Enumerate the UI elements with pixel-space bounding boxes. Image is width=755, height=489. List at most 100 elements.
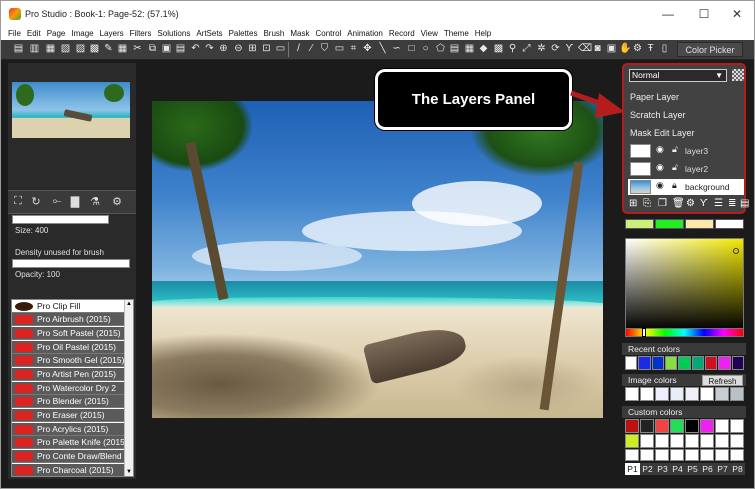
color-swatch[interactable] xyxy=(691,356,704,370)
color-swatch[interactable] xyxy=(655,219,684,229)
menu-view[interactable]: View xyxy=(421,29,438,38)
paper-layer-item[interactable]: Paper Layer xyxy=(630,92,679,102)
menu-filters[interactable]: Filters xyxy=(130,29,152,38)
color-swatch[interactable] xyxy=(655,434,669,448)
new-page-icon[interactable]: ▥ xyxy=(29,43,40,55)
undo-icon[interactable]: ↶ xyxy=(190,43,201,55)
brush-list-scrollbar[interactable]: ▲ ▼ xyxy=(124,300,133,476)
color-swatch[interactable] xyxy=(640,449,654,461)
color-swatch[interactable] xyxy=(640,419,654,433)
select-tool-icon[interactable]: ▭ xyxy=(334,43,345,55)
scroll-down-icon[interactable]: ▼ xyxy=(125,469,133,475)
color-swatch[interactable] xyxy=(640,387,654,401)
color-swatch[interactable] xyxy=(685,419,699,433)
menu-solutions[interactable]: Solutions xyxy=(157,29,190,38)
lasso-tool-icon[interactable]: ∽ xyxy=(391,43,402,55)
minimize-button[interactable]: — xyxy=(651,1,685,27)
list-item[interactable]: Pro Soft Pastel (2015) xyxy=(12,327,125,340)
list-item[interactable]: Pro Clip Fill xyxy=(12,300,125,313)
brush-save-icon[interactable]: ⚗ xyxy=(88,195,102,209)
list-item[interactable]: Pro Blender (2015) xyxy=(12,395,125,408)
actual-size-icon[interactable]: ⊡ xyxy=(261,43,272,55)
color-swatch[interactable] xyxy=(730,449,744,461)
lock-icon[interactable]: 🔒︎ xyxy=(672,180,677,191)
color-swatch[interactable] xyxy=(700,449,714,461)
tab-p6[interactable]: P6 xyxy=(700,463,715,475)
rectangle-tool-icon[interactable]: □ xyxy=(406,43,417,55)
color-swatch[interactable] xyxy=(685,434,699,448)
brush-tool-icon[interactable]: / xyxy=(293,43,304,55)
gradient-tool-icon[interactable]: ▤ xyxy=(449,43,460,55)
color-swatch[interactable] xyxy=(715,387,729,401)
color-swatch[interactable] xyxy=(638,356,651,370)
merge-layer-icon[interactable]: Ƴ xyxy=(700,198,708,209)
unlock-icon[interactable]: 🔓︎ xyxy=(672,162,678,173)
page-add-icon[interactable]: ▧ xyxy=(60,43,71,55)
list-item[interactable]: Pro Oil Pastel (2015) xyxy=(12,341,125,354)
unlock-icon[interactable]: 🔓︎ xyxy=(672,144,678,155)
shape-tool-icon[interactable]: ◆ xyxy=(478,43,489,55)
color-swatch[interactable] xyxy=(700,387,714,401)
painting-canvas[interactable] xyxy=(152,101,603,418)
list-item[interactable]: Pro Conte Draw/Blend xyxy=(12,450,125,463)
filter-tool-icon[interactable]: Ƴ xyxy=(564,43,575,55)
blend-mode-select[interactable]: Normal ▼ xyxy=(629,69,727,82)
layer-menu-icon[interactable]: ▤ xyxy=(740,198,749,209)
list-item[interactable]: Pro Acrylics (2015) xyxy=(12,423,125,436)
mask-edit-layer-item[interactable]: Mask Edit Layer xyxy=(630,128,695,138)
text-tool-icon[interactable]: Ŧ xyxy=(645,43,656,55)
list-item[interactable]: Pro Airbrush (2015) xyxy=(12,313,125,326)
color-picker-field[interactable] xyxy=(625,238,744,331)
tab-p5[interactable]: P5 xyxy=(685,463,700,475)
refresh-button[interactable]: Refresh xyxy=(702,375,743,386)
rotate-tool-icon[interactable]: ⟳ xyxy=(550,43,561,55)
reset-brush-icon[interactable]: ↻ xyxy=(29,195,43,209)
menu-mask[interactable]: Mask xyxy=(290,29,309,38)
transform-tool-icon[interactable]: ⤢ xyxy=(521,43,532,55)
eye-icon[interactable]: ◉ xyxy=(656,144,664,155)
settings-tool-icon[interactable]: ⚙ xyxy=(632,43,643,55)
book-tool-icon[interactable]: ▯ xyxy=(659,43,670,55)
size-slider[interactable] xyxy=(12,215,109,224)
tab-p7[interactable]: P7 xyxy=(715,463,730,475)
color-swatch[interactable] xyxy=(685,219,714,229)
list-item[interactable]: Pro Eraser (2015) xyxy=(12,409,125,422)
scroll-up-icon[interactable]: ▲ xyxy=(125,301,133,307)
list-item[interactable]: Pro Artist Pen (2015) xyxy=(12,368,125,381)
layer-details-icon[interactable]: ≣ xyxy=(728,198,736,209)
menu-help[interactable]: Help xyxy=(475,29,491,38)
color-swatch[interactable] xyxy=(670,434,684,448)
color-swatch[interactable] xyxy=(655,387,669,401)
stamp-tool-icon[interactable]: ▣ xyxy=(606,43,617,55)
texture-tool-icon[interactable]: ▩ xyxy=(493,43,504,55)
color-swatch[interactable] xyxy=(655,419,669,433)
eye-icon[interactable]: ◉ xyxy=(656,162,664,173)
hue-slider[interactable] xyxy=(625,328,744,337)
menu-brush[interactable]: Brush xyxy=(263,29,284,38)
color-swatch[interactable] xyxy=(715,219,744,229)
color-swatch[interactable] xyxy=(718,356,731,370)
color-swatch[interactable] xyxy=(685,449,699,461)
window-icon[interactable]: ▭ xyxy=(275,43,286,55)
effects-tool-icon[interactable]: ✲ xyxy=(536,43,547,55)
tab-p2[interactable]: P2 xyxy=(640,463,655,475)
color-picker-button[interactable]: Color Picker xyxy=(677,42,743,57)
color-swatch[interactable] xyxy=(730,387,744,401)
tab-p4[interactable]: P4 xyxy=(670,463,685,475)
color-swatch[interactable] xyxy=(670,449,684,461)
menu-layers[interactable]: Layers xyxy=(100,29,124,38)
color-swatch[interactable] xyxy=(730,434,744,448)
page-icon[interactable]: ▦ xyxy=(45,43,56,55)
fit-icon[interactable]: ⊞ xyxy=(247,43,258,55)
zoom-out-icon[interactable]: ⊖ xyxy=(233,43,244,55)
color-swatch[interactable] xyxy=(625,356,638,370)
navigator-thumbnail[interactable] xyxy=(12,82,130,138)
menu-control[interactable]: Control xyxy=(316,29,342,38)
cut-icon[interactable]: ✂ xyxy=(132,43,143,55)
tab-p3[interactable]: P3 xyxy=(655,463,670,475)
copy-icon[interactable]: ⧉ xyxy=(147,43,158,55)
layer-row[interactable]: ◉ 🔓︎ layer3 xyxy=(628,143,744,159)
hand-tool-icon[interactable]: ✋ xyxy=(619,43,631,55)
color-swatch[interactable] xyxy=(625,434,639,448)
dropper-tool-icon[interactable]: ⁄ xyxy=(306,43,317,55)
